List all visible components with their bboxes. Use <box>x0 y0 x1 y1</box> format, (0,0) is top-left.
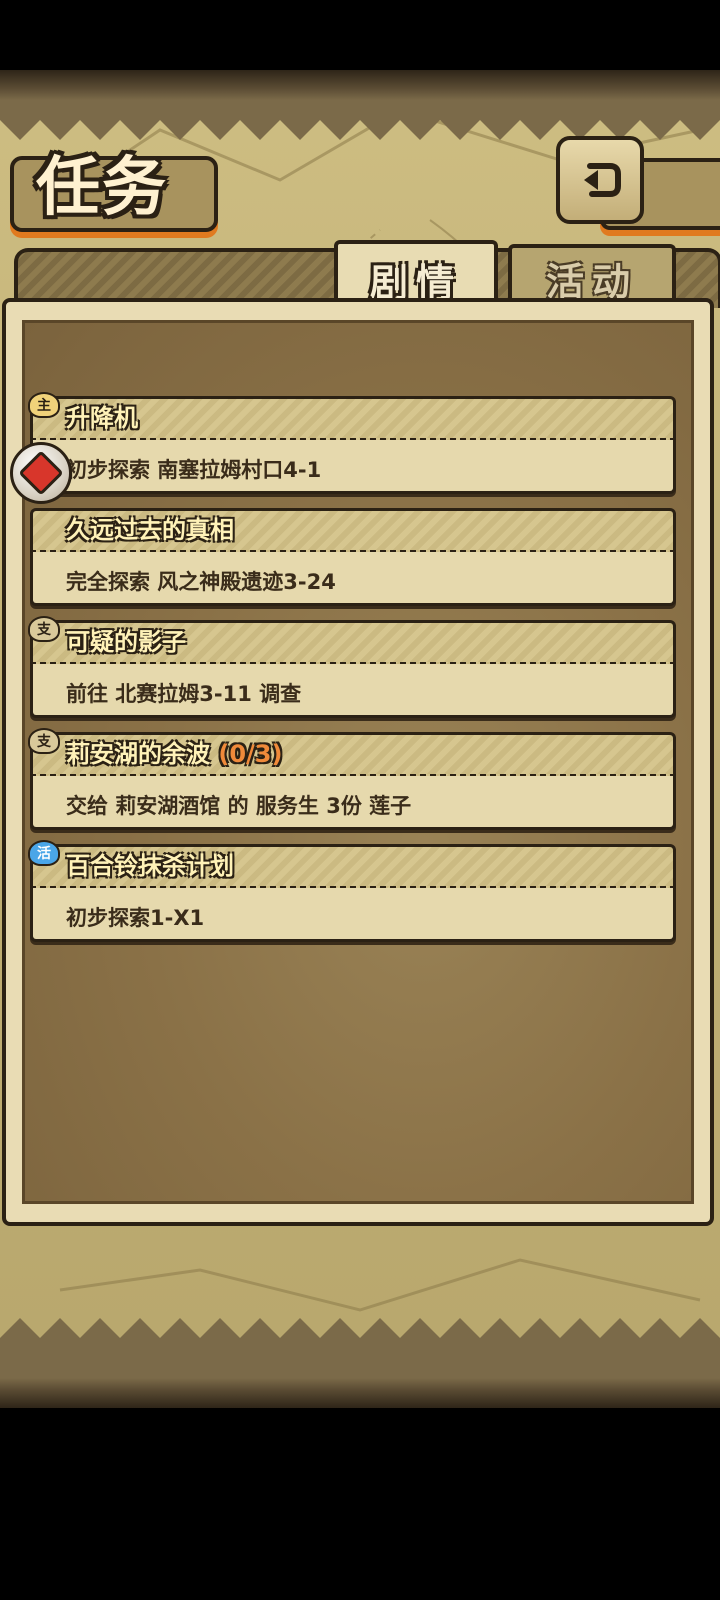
quest-title: 百合铃抹杀计划 <box>66 852 234 880</box>
event-quest-icon: 活 <box>28 840 60 866</box>
main-quest-icon: 主 <box>28 392 60 418</box>
quest-description: 前往 北赛拉姆3-11 调查 <box>66 682 302 706</box>
quest-description: 初步探索 南塞拉姆村口4-1 <box>66 458 322 482</box>
top-zigzag-border <box>0 100 720 140</box>
back-arrow-icon <box>584 163 621 197</box>
quest-description: 交给 莉安湖酒馆 的 服务生 3份 莲子 <box>66 794 412 818</box>
quest-title: 升降机 <box>66 404 138 432</box>
track-marker-icon[interactable] <box>10 442 72 504</box>
quest-description: 初步探索1-X1 <box>66 906 205 930</box>
top-border <box>0 70 720 100</box>
back-button[interactable] <box>556 136 644 224</box>
quest-item[interactable]: 久远过去的真相 完全探索 风之神殿遗迹3-24 <box>30 508 676 608</box>
side-quest-icon: 支 <box>28 616 60 642</box>
quest-item[interactable]: 活 百合铃抹杀计划 初步探索1-X1 <box>28 840 676 944</box>
quest-description: 完全探索 风之神殿遗迹3-24 <box>66 570 336 594</box>
quest-item[interactable]: 主 升降机 初步探索 南塞拉姆村口4-1 <box>28 392 676 496</box>
quest-title: 莉安湖的余波 (0/3) <box>66 740 283 768</box>
quest-title: 可疑的影子 <box>66 628 186 656</box>
quest-title: 久远过去的真相 <box>66 516 234 544</box>
quest-item[interactable]: 支 莉安湖的余波 (0/3) 交给 莉安湖酒馆 的 服务生 3份 莲子 <box>28 728 676 832</box>
page-title: 任务 <box>36 151 168 225</box>
bottom-border <box>0 1378 720 1408</box>
bottom-zigzag-border <box>0 1318 720 1378</box>
side-quest-icon: 支 <box>28 728 60 754</box>
quest-progress: (0/3) <box>218 740 283 768</box>
quest-item[interactable]: 支 可疑的影子 前往 北赛拉姆3-11 调查 <box>28 616 676 720</box>
